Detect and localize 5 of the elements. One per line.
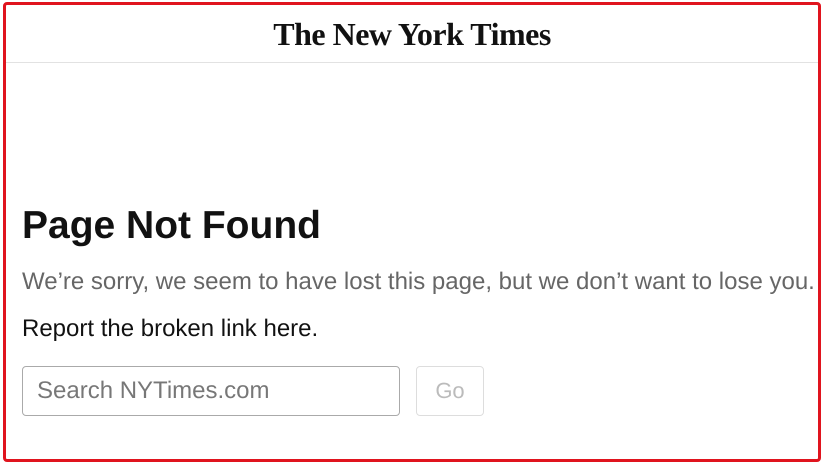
search-field[interactable]: Search NYTimes.com bbox=[22, 366, 400, 416]
error-message: We’re sorry, we seem to have lost this page, but we don’t want to lose you. Report the broken link here. bbox=[22, 266, 816, 344]
logo[interactable]: The New York Times bbox=[273, 10, 551, 58]
page-title: Page Not Found bbox=[22, 203, 322, 249]
report-link[interactable]: Report the broken link here. bbox=[22, 314, 318, 342]
